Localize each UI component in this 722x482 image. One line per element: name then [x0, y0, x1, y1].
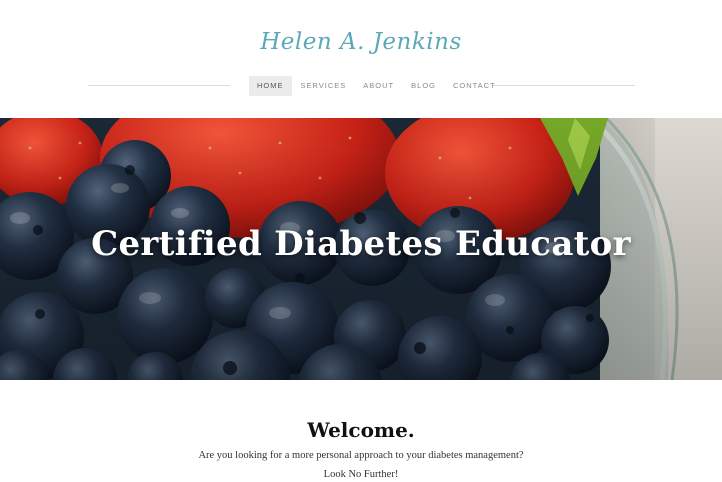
hero-title: Certified Diabetes Educator: [91, 224, 631, 264]
nav-divider-left: [88, 85, 230, 86]
nav-divider-right: [492, 85, 635, 86]
hero-banner: Certified Diabetes Educator: [0, 118, 722, 380]
nav-item-services[interactable]: SERVICES: [293, 76, 355, 96]
welcome-section: Welcome. Are you looking for a more pers…: [0, 380, 722, 482]
welcome-heading: Welcome.: [307, 418, 415, 442]
site-header: Helen A. Jenkins HOME SERVICES ABOUT BLO…: [0, 0, 722, 118]
main-nav: HOME SERVICES ABOUT BLOG CONTACT: [249, 76, 505, 96]
nav-row: HOME SERVICES ABOUT BLOG CONTACT: [0, 76, 722, 96]
site-logo[interactable]: Helen A. Jenkins: [0, 29, 722, 55]
welcome-intro-text: Are you looking for a more personal appr…: [198, 450, 524, 461]
nav-item-contact[interactable]: CONTACT: [445, 76, 504, 96]
nav-item-about[interactable]: ABOUT: [355, 76, 402, 96]
nav-item-blog[interactable]: BLOG: [403, 76, 444, 96]
welcome-tagline-text: Look No Further!: [323, 469, 399, 480]
nav-item-home[interactable]: HOME: [249, 76, 292, 96]
